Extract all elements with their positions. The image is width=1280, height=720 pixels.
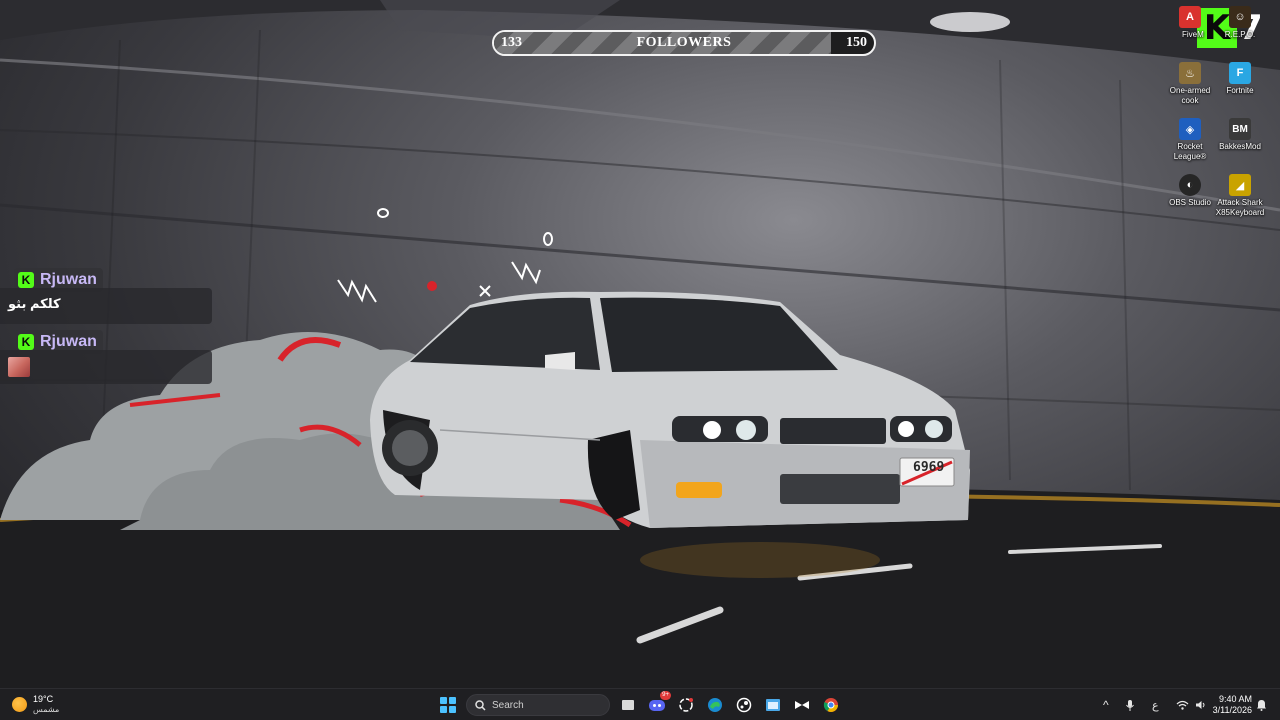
follower-goal-label: FOLLOWERS <box>636 35 732 50</box>
windows-logo-icon <box>440 697 456 713</box>
search-icon <box>475 699 486 711</box>
task-view-button[interactable] <box>616 693 640 717</box>
chat-username: Rjuwan <box>40 271 97 288</box>
chat-message <box>0 350 212 384</box>
kick-badge-icon: K <box>18 272 34 288</box>
weather-widget[interactable]: 19°C مشمس <box>12 694 59 715</box>
chat-username: Rjuwan <box>40 333 97 350</box>
pink-face-emote-icon <box>8 357 30 377</box>
desktop-wallpaper: 6969 <box>0 0 1280 688</box>
desktop-icon-rocket-league[interactable]: ◈ Rocket League® <box>1164 118 1216 162</box>
notification-center-button[interactable] <box>1256 689 1267 720</box>
edge-icon <box>708 698 722 712</box>
taskbar-clock[interactable]: 9:40 AM 3/11/2026 <box>1210 694 1252 716</box>
desktop-icon-fortnite[interactable]: F Fortnite <box>1214 62 1266 96</box>
desktop-icon-label: OBS Studio <box>1169 198 1211 207</box>
steam-icon <box>736 697 752 713</box>
desktop-icon-label: Attack Shark X85Keyboard <box>1215 198 1265 217</box>
chat-message: كلكم بثو <box>0 288 212 324</box>
desktop-icon-repo[interactable]: ☺ R.E.P.O. <box>1214 6 1266 40</box>
show-hidden-icons-button[interactable]: ^ <box>1103 689 1109 720</box>
license-plate-text: 6969 <box>913 460 945 475</box>
start-button[interactable] <box>436 693 460 717</box>
clock-time: 9:40 AM <box>1218 694 1252 704</box>
follower-target-count: 150 <box>846 35 867 50</box>
follower-goal-bar: 133 FOLLOWERS 150 <box>492 30 876 56</box>
chevron-up-icon: ^ <box>1103 698 1109 712</box>
clock-date: 3/11/2026 <box>1212 705 1252 715</box>
microphone-icon <box>1126 699 1134 711</box>
wallpaper-art <box>0 0 1280 688</box>
desktop-icon-label: FiveM <box>1182 30 1204 39</box>
task-view-icon <box>622 700 634 710</box>
volume-icon <box>1196 701 1205 709</box>
steam-button[interactable] <box>732 693 756 717</box>
desktop-icon-attack-shark[interactable]: ◢ Attack Shark X85Keyboard <box>1214 174 1266 218</box>
chrome-icon <box>823 698 838 712</box>
repo-icon: ☺ <box>1229 6 1251 28</box>
desktop-icon-fivem[interactable]: A FiveM <box>1164 6 1216 40</box>
desktop-icon-obs-studio[interactable]: ◐ OBS Studio <box>1164 174 1216 208</box>
desktop-icon-label: Fortnite <box>1226 86 1254 95</box>
rocket-league-icon: ◈ <box>1179 118 1201 140</box>
chatgpt-button[interactable] <box>674 693 698 717</box>
one-armed-cook-icon: ♨ <box>1179 62 1201 84</box>
fivem-icon: A <box>1179 6 1201 28</box>
chatgpt-icon <box>679 698 693 712</box>
bakkesmod-icon: BM <box>1229 118 1251 140</box>
desktop-icon-one-armed-cook[interactable]: ♨ One-armed cook <box>1164 62 1216 106</box>
discord-button[interactable]: 9+ <box>645 691 671 717</box>
wifi-icon <box>1176 700 1189 710</box>
weather-temperature: 19°C <box>33 694 54 704</box>
capcut-icon <box>795 701 809 709</box>
kick-badge-icon: K <box>18 334 34 350</box>
chat-message-text: كلكم بثو <box>8 296 61 311</box>
language-label: ع <box>1152 699 1159 712</box>
desktop-icon-label: One-armed cook <box>1169 86 1211 105</box>
weather-text: 19°C مشمس <box>33 694 59 715</box>
file-explorer-icon <box>766 699 780 711</box>
sun-icon <box>12 697 27 712</box>
taskbar-search-box[interactable]: Search <box>466 694 610 716</box>
fortnite-icon: F <box>1229 62 1251 84</box>
discord-notification-badge: 9+ <box>660 691 671 700</box>
edge-button[interactable] <box>703 693 727 717</box>
taskbar: 19°C مشمس Search 9+ ^ ع 9:40 AM 3/11/202… <box>0 688 1280 720</box>
file-explorer-button[interactable] <box>761 693 785 717</box>
search-placeholder: Search <box>492 699 524 711</box>
desktop-icon-label: Rocket League® <box>1173 142 1207 161</box>
desktop-icon-label: BakkesMod <box>1219 142 1261 151</box>
input-language-indicator[interactable]: ع <box>1152 689 1159 720</box>
microphone-indicator[interactable] <box>1125 689 1135 720</box>
desktop-icon-label: R.E.P.O. <box>1224 30 1256 39</box>
attack-shark-icon: ◢ <box>1229 174 1251 196</box>
quick-settings-button[interactable] <box>1176 689 1207 720</box>
weather-condition: مشمس <box>33 705 60 714</box>
capcut-button[interactable] <box>790 693 814 717</box>
obs-studio-icon: ◐ <box>1179 174 1201 196</box>
desktop-icon-bakkesmod[interactable]: BM BakkesMod <box>1214 118 1266 152</box>
chrome-button[interactable] <box>819 693 843 717</box>
notification-bell-icon <box>1257 700 1266 711</box>
